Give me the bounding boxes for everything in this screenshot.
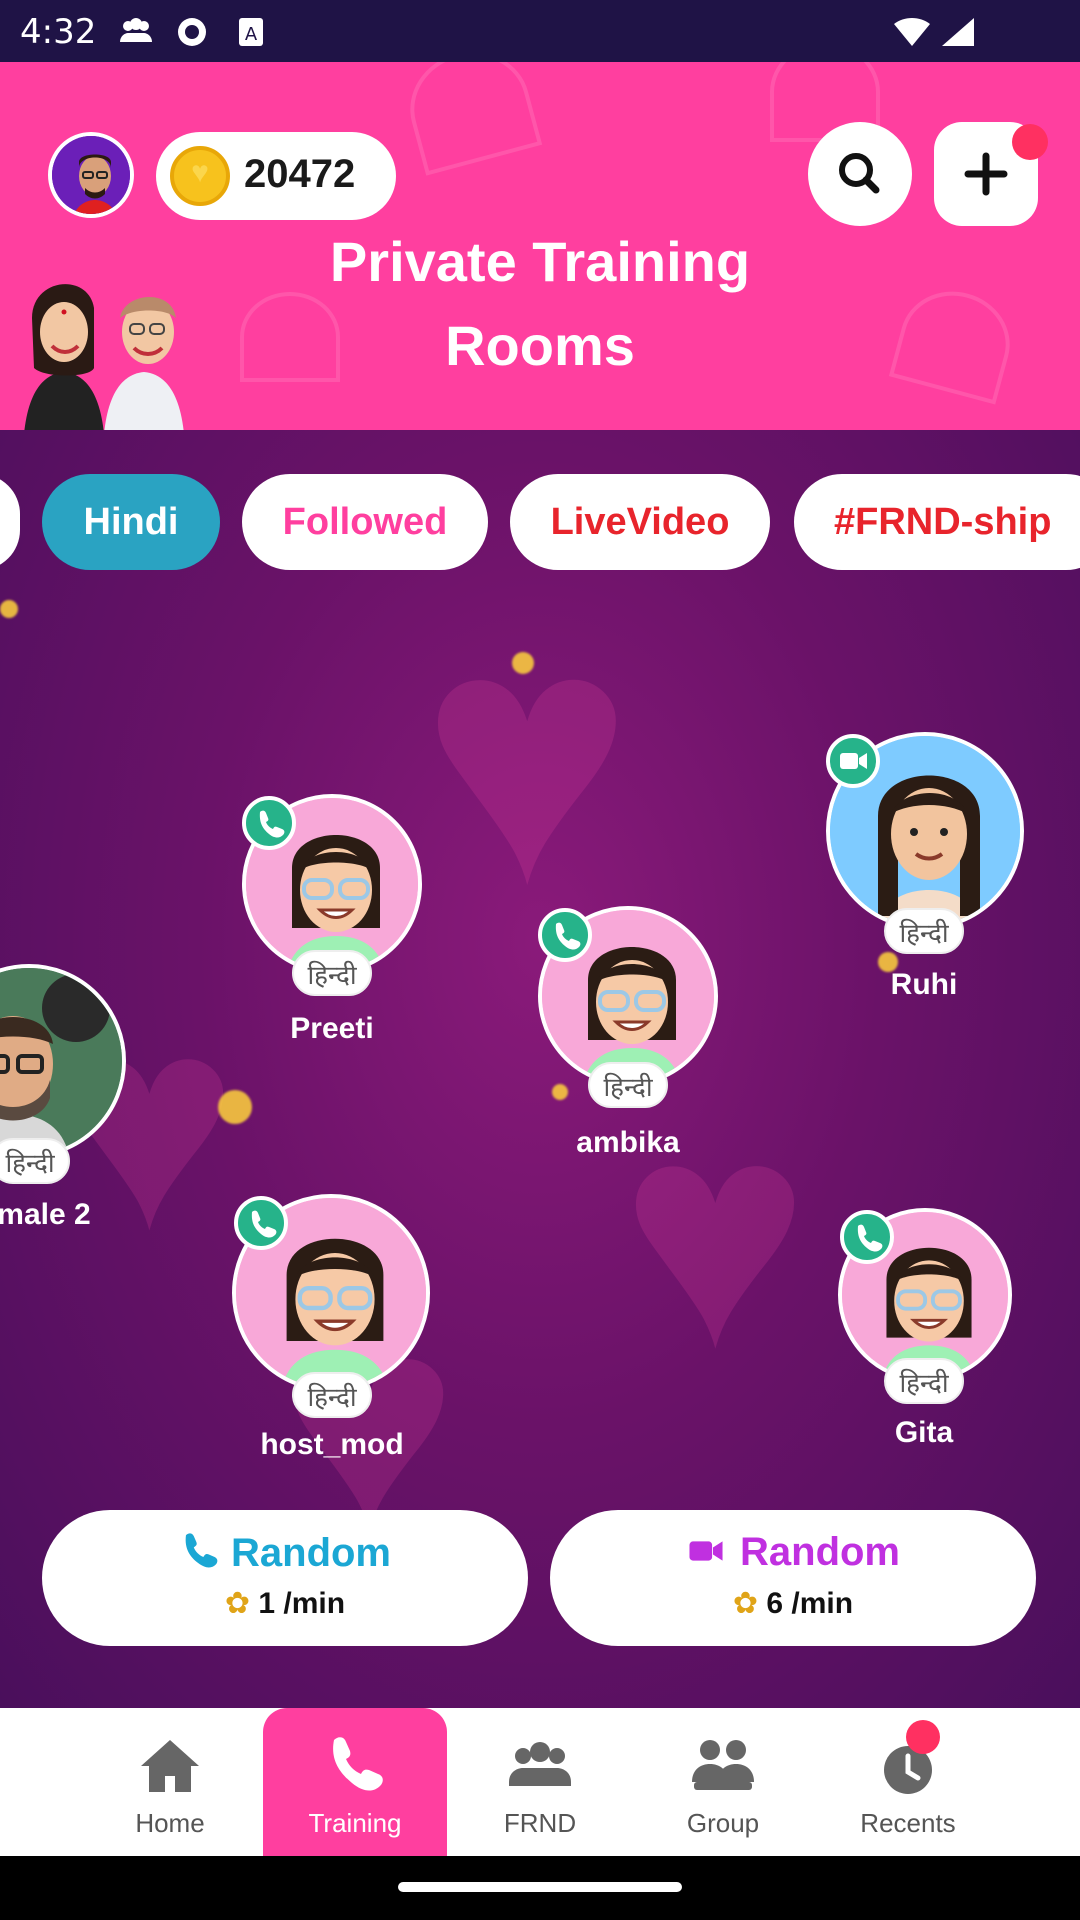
language-badge: हिन्दी	[0, 1138, 70, 1184]
nav-label: FRND	[503, 1808, 577, 1838]
nav-label: Home	[135, 1808, 205, 1838]
nav-training[interactable]: Training	[263, 1708, 447, 1856]
random-video-label: Random	[740, 1530, 900, 1574]
search-icon	[839, 153, 880, 194]
coin-icon	[170, 146, 230, 206]
video-camera-icon	[689, 1541, 723, 1561]
coin-count: 20472	[244, 152, 356, 196]
random-video-label-row: Random	[550, 1530, 1036, 1575]
phone-icon	[259, 810, 285, 838]
random-voice-price: 1 /min	[258, 1587, 346, 1620]
chip-partial[interactable]	[0, 474, 20, 570]
bg-heart-decor	[888, 279, 1022, 405]
user-name: host_mod	[260, 1428, 404, 1461]
profile-avatar[interactable]	[48, 132, 134, 218]
header-banner: 20472 Private Training Rooms	[0, 62, 1080, 430]
nav-frnd[interactable]: FRND	[448, 1708, 632, 1856]
bokeh-light	[512, 652, 534, 674]
app-status-icon	[178, 18, 206, 46]
phone-icon	[251, 1210, 277, 1238]
rose-icon: ✿	[224, 1587, 251, 1620]
phone-icon	[185, 1533, 218, 1568]
phone-icon	[857, 1224, 883, 1252]
user-name: Ruhi	[890, 968, 958, 1001]
voice-call-badge	[538, 908, 592, 962]
random-voice-call-button[interactable]: Random ✿ 1 /min	[42, 1510, 528, 1646]
user-name: ambika	[576, 1126, 680, 1159]
bottom-navigation: Home Training FRND Group Recents	[0, 1708, 1080, 1856]
voice-call-badge	[840, 1210, 894, 1264]
random-video-price-row: ✿ 6 /min	[550, 1586, 1036, 1621]
home-icon	[141, 1740, 199, 1792]
friends-icon	[509, 1742, 571, 1786]
training-rooms-area: ♥ ♥ ♥ ♥ Hindi Followed LiveVideo #FRND-s…	[0, 430, 1080, 1708]
people-status-icon	[120, 18, 152, 42]
chip-followed[interactable]: Followed	[242, 474, 488, 570]
bokeh-light	[552, 1084, 568, 1100]
language-badge: हिन्दी	[292, 1372, 372, 1418]
nav-label: Recents	[860, 1808, 956, 1838]
couple-illustration	[24, 284, 184, 430]
random-voice-label: Random	[231, 1531, 391, 1575]
user-name: Gita	[894, 1416, 954, 1449]
video-camera-icon	[840, 753, 867, 769]
nav-home[interactable]: Home	[78, 1708, 262, 1856]
filter-chips: Hindi Followed LiveVideo #FRND-ship	[0, 474, 1080, 570]
status-time: 4:32	[20, 12, 97, 52]
user-name: Preeti	[290, 1012, 374, 1045]
random-voice-label-row: Random	[42, 1530, 528, 1576]
page-title: Private Training Rooms	[329, 230, 751, 377]
male-avatar-icon	[52, 136, 130, 214]
signal-icon	[942, 18, 974, 46]
nav-group[interactable]: Group	[631, 1708, 815, 1856]
chip-hindi[interactable]: Hindi	[42, 474, 220, 570]
svg-text:A: A	[245, 24, 258, 45]
video-call-badge	[826, 734, 880, 788]
group-icon	[692, 1740, 754, 1790]
voice-call-badge	[234, 1196, 288, 1250]
nav-label: Group	[686, 1808, 760, 1838]
language-badge: हिन्दी	[884, 908, 964, 954]
bg-heart-decor	[397, 62, 543, 176]
phone-icon	[333, 1737, 383, 1791]
user-name: male 2	[0, 1198, 91, 1231]
language-badge: हिन्दी	[588, 1062, 668, 1108]
random-video-price: 6 /min	[766, 1587, 854, 1620]
bokeh-light	[218, 1090, 252, 1124]
gesture-navigation	[0, 1856, 1080, 1920]
chip-livevideo[interactable]: LiveVideo	[510, 474, 770, 570]
status-bar: 4:32 A	[0, 0, 1080, 62]
language-badge: हिन्दी	[884, 1358, 964, 1404]
chip-frnd-ship[interactable]: #FRND-ship	[794, 474, 1080, 570]
notification-dot	[1012, 124, 1048, 160]
nav-label: Training	[308, 1808, 402, 1838]
home-gesture-bar[interactable]	[398, 1882, 682, 1892]
random-voice-price-row: ✿ 1 /min	[42, 1586, 528, 1621]
bg-heart-decor: ♥	[420, 556, 634, 958]
search-button[interactable]	[808, 122, 912, 226]
a-status-icon: A	[239, 18, 263, 46]
rose-icon: ✿	[732, 1587, 759, 1620]
recents-notification-dot	[906, 1720, 940, 1754]
coin-balance[interactable]: 20472	[156, 132, 396, 220]
random-video-call-button[interactable]: Random ✿ 6 /min	[550, 1510, 1036, 1646]
phone-icon	[555, 922, 581, 950]
language-badge: हिन्दी	[292, 950, 372, 996]
wifi-icon	[894, 18, 930, 46]
voice-call-badge	[242, 796, 296, 850]
bokeh-light	[0, 600, 18, 618]
